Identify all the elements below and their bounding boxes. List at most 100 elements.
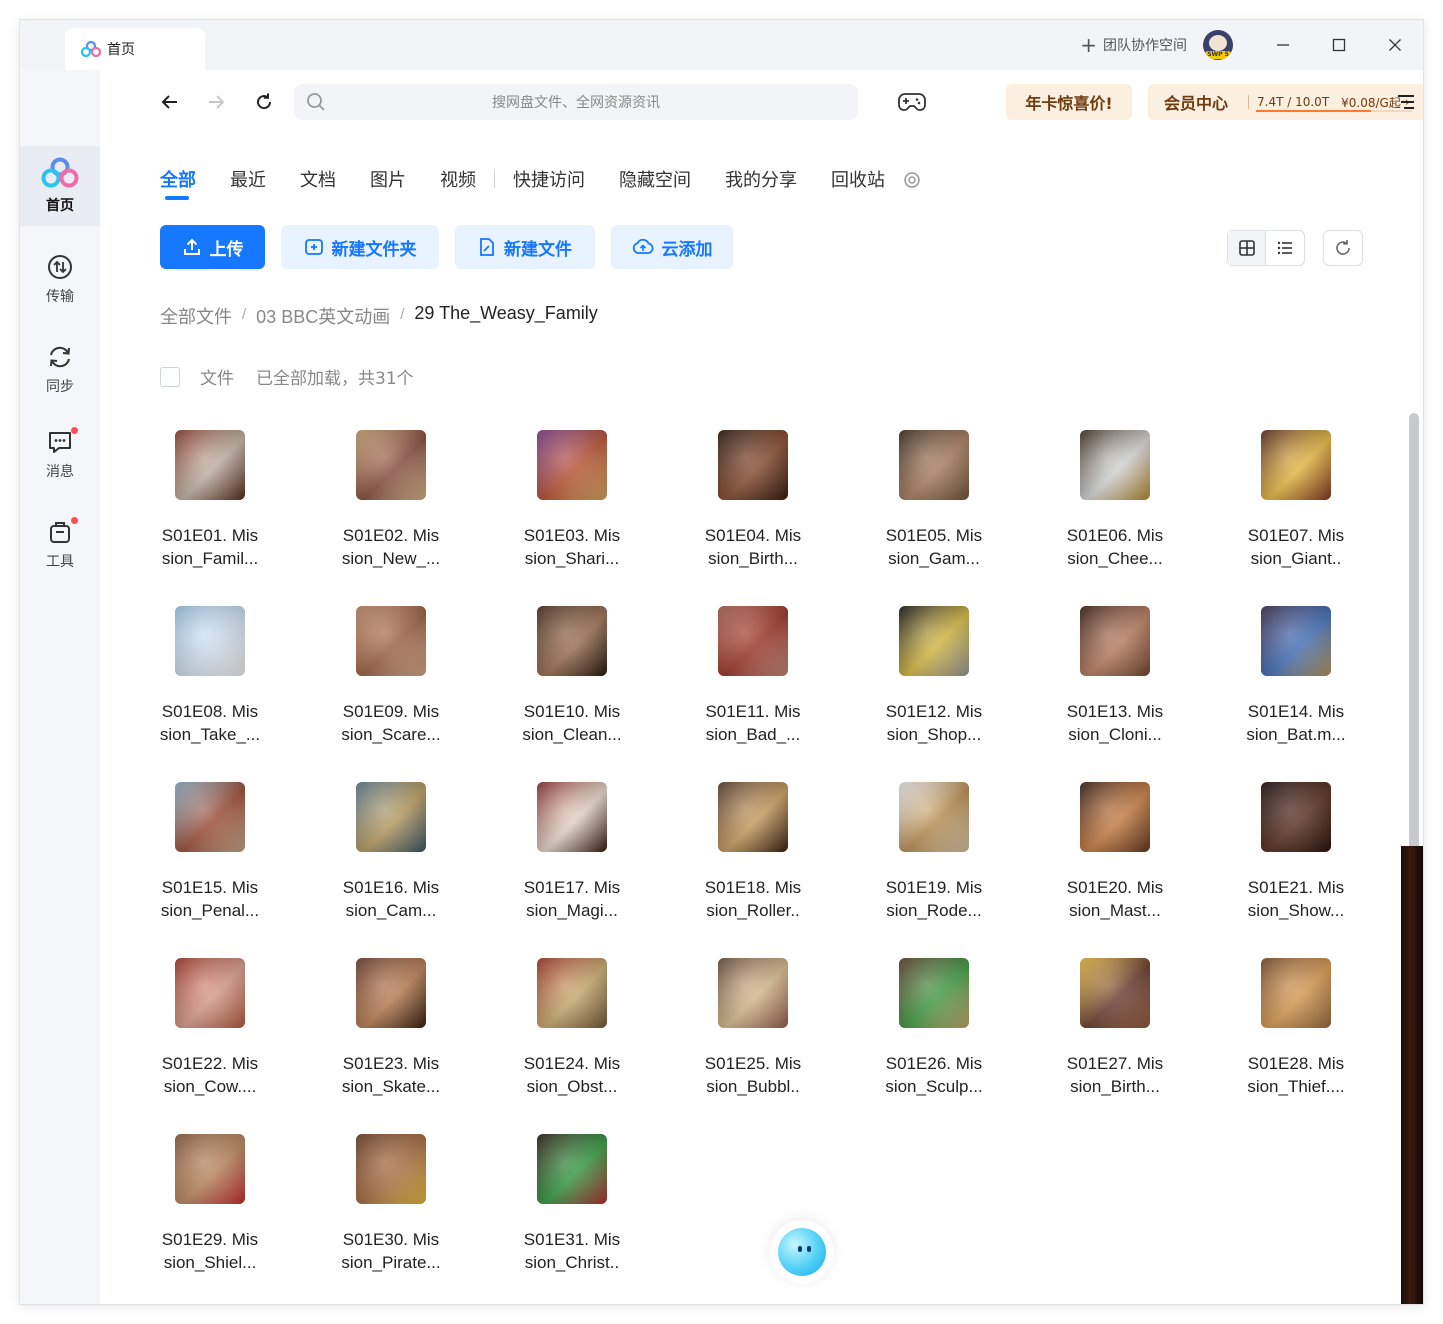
file-item[interactable]: S01E12. Mis sion_Shop... xyxy=(864,600,1004,770)
video-thumbnail[interactable] xyxy=(1261,782,1331,852)
vip-center-button[interactable]: 会员中心 7.4T / 10.0T ¥0.08/G起 › xyxy=(1148,84,1423,120)
tab-category-1[interactable]: 最近 xyxy=(230,166,266,192)
search-input[interactable] xyxy=(294,84,858,120)
tab-category-7[interactable]: 我的分享 xyxy=(725,166,797,192)
video-thumbnail[interactable] xyxy=(718,606,788,676)
back-button[interactable] xyxy=(156,88,184,116)
video-thumbnail[interactable] xyxy=(175,782,245,852)
video-thumbnail[interactable] xyxy=(356,782,426,852)
video-thumbnail[interactable] xyxy=(356,1134,426,1204)
tab-category-5[interactable]: 快捷访问 xyxy=(513,166,585,192)
file-item[interactable]: S01E10. Mis sion_Clean... xyxy=(502,600,642,770)
video-thumbnail[interactable] xyxy=(718,430,788,500)
sidebar-item-transfer[interactable]: 传输 xyxy=(20,240,100,320)
file-item[interactable]: S01E27. Mis sion_Birth... xyxy=(1045,952,1185,1122)
file-item[interactable]: S01E26. Mis sion_Sculp... xyxy=(864,952,1004,1122)
file-item[interactable]: S01E17. Mis sion_Magi... xyxy=(502,776,642,946)
video-thumbnail[interactable] xyxy=(356,606,426,676)
file-item[interactable]: S01E02. Mis sion_New_... xyxy=(321,424,461,594)
tab-home[interactable]: 首页 xyxy=(65,28,205,70)
annual-promo-button[interactable]: 年卡惊喜价! xyxy=(1006,84,1132,120)
upload-button[interactable]: 上传 xyxy=(160,225,265,269)
video-thumbnail[interactable] xyxy=(537,606,607,676)
video-thumbnail[interactable] xyxy=(537,782,607,852)
video-thumbnail[interactable] xyxy=(356,958,426,1028)
file-item[interactable]: S01E23. Mis sion_Skate... xyxy=(321,952,461,1122)
file-item[interactable]: S01E30. Mis sion_Pirate... xyxy=(321,1128,461,1298)
file-item[interactable]: S01E06. Mis sion_Chee... xyxy=(1045,424,1185,594)
file-item[interactable]: S01E03. Mis sion_Shari... xyxy=(502,424,642,594)
file-item[interactable]: S01E04. Mis sion_Birth... xyxy=(683,424,823,594)
search-box[interactable] xyxy=(294,84,858,120)
video-thumbnail[interactable] xyxy=(175,1134,245,1204)
file-item[interactable]: S01E07. Mis sion_Giant.. xyxy=(1226,424,1366,594)
file-item[interactable]: S01E08. Mis sion_Take_... xyxy=(140,600,280,770)
file-item[interactable]: S01E01. Mis sion_Famil... xyxy=(140,424,280,594)
file-item[interactable]: S01E11. Mis sion_Bad_... xyxy=(683,600,823,770)
minimize-button[interactable] xyxy=(1255,20,1311,70)
game-button[interactable] xyxy=(896,88,928,116)
tab-category-8[interactable]: 回收站 xyxy=(831,166,885,192)
forward-button[interactable] xyxy=(202,88,230,116)
tab-category-3[interactable]: 图片 xyxy=(370,166,406,192)
file-item[interactable]: S01E25. Mis sion_Bubbl.. xyxy=(683,952,823,1122)
list-view-button[interactable] xyxy=(1266,231,1304,265)
video-thumbnail[interactable] xyxy=(356,430,426,500)
select-all-checkbox[interactable] xyxy=(160,366,180,387)
video-thumbnail[interactable] xyxy=(1261,430,1331,500)
close-button[interactable] xyxy=(1367,20,1423,70)
video-thumbnail[interactable] xyxy=(899,606,969,676)
file-item[interactable]: S01E15. Mis sion_Penal... xyxy=(140,776,280,946)
ai-assistant-button[interactable] xyxy=(770,1220,834,1284)
video-thumbnail[interactable] xyxy=(1080,430,1150,500)
file-item[interactable]: S01E22. Mis sion_Cow.... xyxy=(140,952,280,1122)
new-file-button[interactable]: 新建文件 xyxy=(455,225,595,269)
maximize-button[interactable] xyxy=(1311,20,1367,70)
video-thumbnail[interactable] xyxy=(899,782,969,852)
video-thumbnail[interactable] xyxy=(537,958,607,1028)
file-item[interactable]: S01E29. Mis sion_Shiel... xyxy=(140,1128,280,1298)
file-item[interactable]: S01E18. Mis sion_Roller.. xyxy=(683,776,823,946)
tab-category-2[interactable]: 文档 xyxy=(300,166,336,192)
file-item[interactable]: S01E19. Mis sion_Rode... xyxy=(864,776,1004,946)
team-space-button[interactable]: + 团队协作空间 xyxy=(1080,35,1187,55)
video-thumbnail[interactable] xyxy=(1080,958,1150,1028)
tab-category-6[interactable]: 隐藏空间 xyxy=(619,166,691,192)
file-item[interactable]: S01E16. Mis sion_Cam... xyxy=(321,776,461,946)
breadcrumb-item-folder[interactable]: 03 BBC英文动画 xyxy=(256,303,390,329)
file-item[interactable]: S01E05. Mis sion_Gam... xyxy=(864,424,1004,594)
scrollbar-thumb[interactable] xyxy=(1409,413,1419,853)
video-thumbnail[interactable] xyxy=(1261,958,1331,1028)
avatar[interactable]: SWP 5 xyxy=(1203,30,1233,60)
file-item[interactable]: S01E24. Mis sion_Obst... xyxy=(502,952,642,1122)
file-item[interactable]: S01E28. Mis sion_Thief.... xyxy=(1226,952,1366,1122)
tab-category-4[interactable]: 视频 xyxy=(440,166,476,192)
video-thumbnail[interactable] xyxy=(175,958,245,1028)
new-folder-button[interactable]: 新建文件夹 xyxy=(281,225,439,269)
tab-category-0[interactable]: 全部 xyxy=(160,166,196,200)
tab-settings-icon[interactable] xyxy=(903,171,921,189)
video-thumbnail[interactable] xyxy=(718,958,788,1028)
video-thumbnail[interactable] xyxy=(537,1134,607,1204)
sidebar-item-tools[interactable]: 工具 xyxy=(20,505,100,585)
file-item[interactable]: S01E20. Mis sion_Mast... xyxy=(1045,776,1185,946)
video-thumbnail[interactable] xyxy=(1261,606,1331,676)
video-thumbnail[interactable] xyxy=(175,606,245,676)
grid-view-button[interactable] xyxy=(1228,231,1266,265)
video-thumbnail[interactable] xyxy=(899,958,969,1028)
reload-list-button[interactable] xyxy=(1323,230,1363,266)
breadcrumb-item-all-files[interactable]: 全部文件 xyxy=(160,303,232,329)
sidebar-item-sync[interactable]: 同步 xyxy=(20,330,100,410)
file-item[interactable]: S01E09. Mis sion_Scare... xyxy=(321,600,461,770)
video-thumbnail[interactable] xyxy=(718,782,788,852)
video-thumbnail[interactable] xyxy=(1080,606,1150,676)
video-thumbnail[interactable] xyxy=(537,430,607,500)
file-item[interactable]: S01E21. Mis sion_Show... xyxy=(1226,776,1366,946)
menu-button[interactable] xyxy=(1392,88,1420,116)
file-item[interactable]: S01E31. Mis sion_Christ.. xyxy=(502,1128,642,1298)
file-item[interactable]: S01E14. Mis sion_Bat.m... xyxy=(1226,600,1366,770)
cloud-add-button[interactable]: 云添加 xyxy=(611,225,733,269)
file-item[interactable]: S01E13. Mis sion_Cloni... xyxy=(1045,600,1185,770)
video-thumbnail[interactable] xyxy=(175,430,245,500)
sidebar-item-messages[interactable]: 消息 xyxy=(20,415,100,495)
